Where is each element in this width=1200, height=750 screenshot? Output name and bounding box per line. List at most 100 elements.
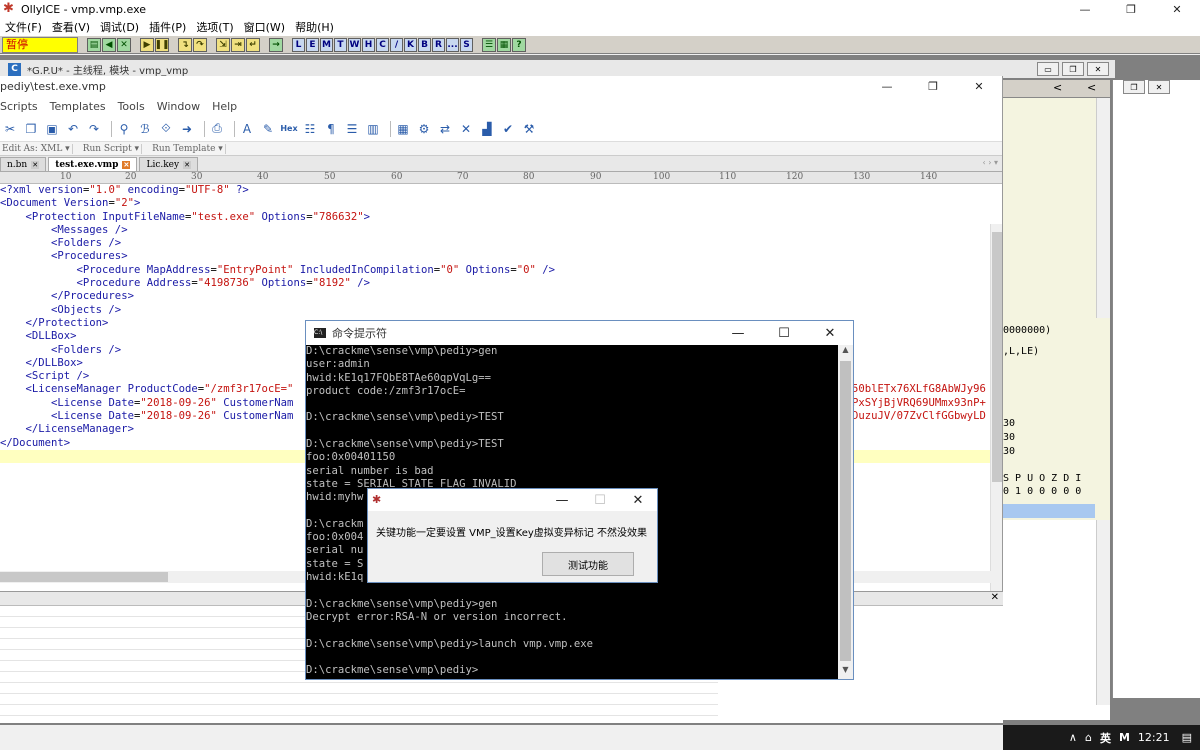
- menu-scripts[interactable]: Scripts: [0, 100, 38, 113]
- tab-close-icon[interactable]: ✕: [183, 160, 192, 169]
- restore-button[interactable]: ❐: [1108, 0, 1154, 18]
- toolbar-btn-l[interactable]: L: [292, 37, 305, 52]
- menu-window[interactable]: Window: [157, 100, 200, 113]
- step-over-icon[interactable]: ↷: [193, 37, 207, 52]
- find-icon[interactable]: ⚲: [116, 121, 132, 137]
- toolbar-btn-dots[interactable]: ...: [446, 37, 459, 52]
- close-button[interactable]: ✕: [1154, 0, 1200, 18]
- menu-options[interactable]: 选项(T): [191, 19, 238, 35]
- selected-row[interactable]: [1003, 504, 1095, 518]
- dialog-close-button[interactable]: ✕: [619, 489, 657, 511]
- histogram-icon[interactable]: ▟: [479, 121, 495, 137]
- help-icon[interactable]: ?: [512, 37, 526, 52]
- panel-close-icon[interactable]: ✕: [991, 592, 999, 603]
- paragraph-icon[interactable]: ¶: [323, 121, 339, 137]
- goto-icon[interactable]: →: [269, 37, 283, 52]
- grid-icon[interactable]: ▦: [497, 37, 511, 52]
- execute-till-return-icon[interactable]: ↵: [246, 37, 260, 52]
- restart-icon[interactable]: ◀: [102, 37, 116, 52]
- list-view-icon[interactable]: ☰: [344, 121, 360, 137]
- highlight-icon[interactable]: ✎: [260, 121, 276, 137]
- tab-lic-key[interactable]: Lic.key ✕: [139, 157, 199, 171]
- clock[interactable]: 12:21: [1138, 731, 1170, 744]
- toolbar-btn-b[interactable]: B: [418, 37, 431, 52]
- notification-icon[interactable]: ▤: [1182, 731, 1192, 744]
- tools-icon[interactable]: ✕: [458, 121, 474, 137]
- cmd-scrollbar[interactable]: ▲ ▼: [838, 345, 853, 679]
- menu-plugins[interactable]: 插件(P): [144, 19, 191, 35]
- cmd-minimize-button[interactable]: —: [715, 321, 761, 345]
- toolbar-btn-s[interactable]: S: [460, 37, 473, 52]
- menu-help[interactable]: 帮助(H): [290, 19, 339, 35]
- pause-icon[interactable]: ❚❚: [154, 37, 170, 52]
- menu-templates[interactable]: Templates: [50, 100, 106, 113]
- run-icon[interactable]: ▶: [140, 37, 154, 52]
- cmd-close-button[interactable]: ✕: [807, 321, 853, 345]
- network-icon[interactable]: ⌂: [1085, 731, 1092, 744]
- minimize-button[interactable]: —: [1062, 0, 1108, 18]
- run-template-dropdown[interactable]: Run Template ▾: [150, 143, 226, 154]
- menu-help[interactable]: Help: [212, 100, 237, 113]
- tab-scroll-arrows[interactable]: ‹ › ▾: [983, 158, 999, 167]
- tab-close-icon[interactable]: ✕: [122, 160, 131, 169]
- toolbar-btn-r[interactable]: R: [432, 37, 445, 52]
- trace-into-icon[interactable]: ⇲: [216, 37, 230, 52]
- app-tray-icon[interactable]: M: [1119, 731, 1130, 744]
- tab-test-exe-vmp[interactable]: test.exe.vmp ✕: [48, 157, 138, 171]
- inspector-icon[interactable]: ⚙: [416, 121, 432, 137]
- cpu-minimize-button[interactable]: ▭: [1037, 62, 1059, 76]
- child-close-button[interactable]: ✕: [1148, 80, 1170, 94]
- tray-chevron-icon[interactable]: ∧: [1069, 731, 1077, 744]
- toolbar-btn-slash[interactable]: /: [390, 37, 403, 52]
- toolbar-btn-k[interactable]: K: [404, 37, 417, 52]
- edit-as-dropdown[interactable]: Edit As: XML ▾: [0, 143, 73, 154]
- paste-icon[interactable]: ▣: [44, 121, 60, 137]
- scroll-up-icon[interactable]: ▲: [838, 345, 853, 359]
- checksum-icon[interactable]: ✔: [500, 121, 516, 137]
- toolbar-btn-h[interactable]: H: [362, 37, 375, 52]
- convert-icon[interactable]: ⚒: [521, 121, 537, 137]
- find-in-files-icon[interactable]: ⟐: [158, 121, 174, 137]
- toolbar-btn-c[interactable]: C: [376, 37, 389, 52]
- calculator-icon[interactable]: ▦: [395, 121, 411, 137]
- undo-icon[interactable]: ↶: [65, 121, 81, 137]
- child-restore-button[interactable]: ❐: [1123, 80, 1145, 94]
- cpu-right-scrollbar[interactable]: [1096, 98, 1110, 318]
- print-icon[interactable]: ⎙: [209, 121, 225, 137]
- goto-icon[interactable]: ➜: [179, 121, 195, 137]
- editor-close-button[interactable]: ✕: [956, 76, 1002, 96]
- columns-icon[interactable]: ☷: [302, 121, 318, 137]
- menu-file[interactable]: 文件(F): [0, 19, 47, 35]
- editor-vertical-scrollbar[interactable]: [990, 224, 1002, 644]
- editor-minimize-button[interactable]: —: [864, 76, 910, 96]
- ime-indicator[interactable]: 英: [1100, 730, 1111, 746]
- binary-icon[interactable]: ▥: [365, 121, 381, 137]
- tab-close-icon[interactable]: ✕: [31, 160, 40, 169]
- toolbar-btn-w[interactable]: W: [348, 37, 361, 52]
- test-function-button[interactable]: 测试功能: [542, 552, 634, 576]
- dialog-minimize-button[interactable]: —: [543, 489, 581, 511]
- cut-icon[interactable]: ✂: [2, 121, 18, 137]
- redo-icon[interactable]: ↷: [86, 121, 102, 137]
- replace-icon[interactable]: ℬ: [137, 121, 153, 137]
- editor-restore-button[interactable]: ❐: [910, 76, 956, 96]
- toolbar-btn-t[interactable]: T: [334, 37, 347, 52]
- font-icon[interactable]: A: [239, 121, 255, 137]
- hex-icon[interactable]: Hex: [280, 121, 297, 137]
- menu-view[interactable]: 查看(V): [47, 19, 95, 35]
- compare-icon[interactable]: ⇄: [437, 121, 453, 137]
- nav-back-button-2[interactable]: <: [1087, 81, 1096, 94]
- menu-debug[interactable]: 调试(D): [95, 19, 144, 35]
- run-script-dropdown[interactable]: Run Script ▾: [81, 143, 143, 154]
- open-icon[interactable]: ▤: [87, 37, 101, 52]
- toolbar-btn-m[interactable]: M: [320, 37, 333, 52]
- stack-scrollbar[interactable]: [1096, 520, 1110, 705]
- nav-back-button[interactable]: <: [1053, 81, 1062, 94]
- toolbar-btn-e[interactable]: E: [306, 37, 319, 52]
- list-icon[interactable]: ☰: [482, 37, 496, 52]
- copy-icon[interactable]: ❐: [23, 121, 39, 137]
- menu-window[interactable]: 窗口(W): [239, 19, 290, 35]
- cpu-close-button[interactable]: ✕: [1087, 62, 1109, 76]
- step-into-icon[interactable]: ↴: [178, 37, 192, 52]
- scroll-down-icon[interactable]: ▼: [838, 665, 853, 679]
